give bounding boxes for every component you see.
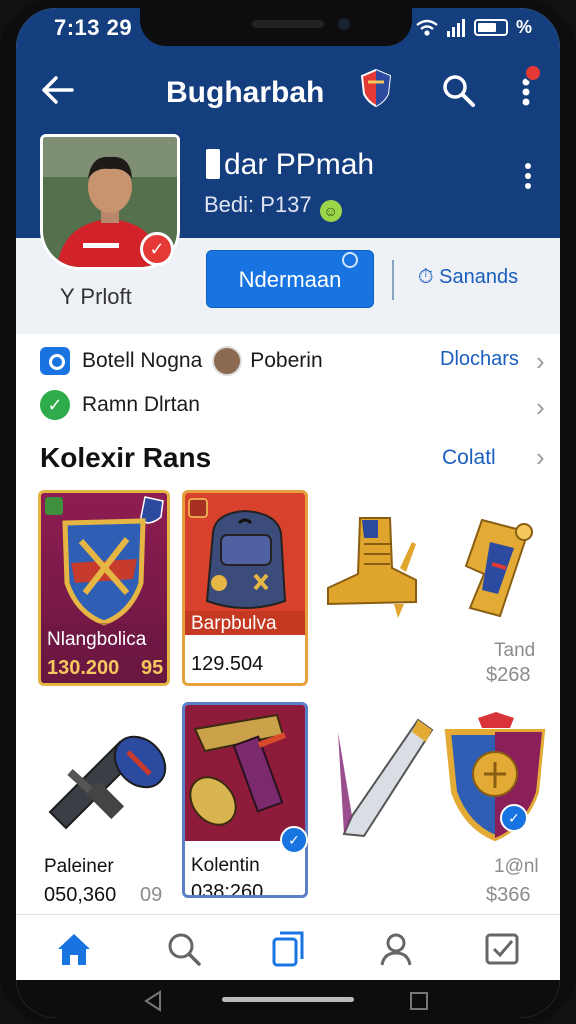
secondary-action-link[interactable]: ⏱ Sanands bbox=[418, 266, 518, 289]
collection-card[interactable]: Barpbulva 129.504 bbox=[182, 490, 308, 686]
crest-shield-icon[interactable] bbox=[436, 712, 554, 842]
item-price: $268 bbox=[486, 664, 531, 686]
verified-badge-icon: ✓ bbox=[140, 232, 174, 266]
owned-check-icon: ✓ bbox=[280, 826, 308, 854]
item-label: 1@nl bbox=[494, 856, 539, 877]
recents-square-icon[interactable] bbox=[408, 990, 430, 1012]
card-extra: 95 bbox=[141, 657, 164, 679]
search-icon[interactable] bbox=[164, 929, 204, 969]
card-label: Barpbulva bbox=[191, 613, 277, 634]
secondary-action-label: Sanands bbox=[439, 266, 519, 288]
profile-more-icon[interactable] bbox=[520, 160, 536, 192]
bottom-navigation bbox=[16, 914, 560, 980]
status-time: 7:13 29 bbox=[54, 15, 133, 40]
card-value: 130.200 bbox=[47, 657, 120, 679]
item-price: $366 bbox=[486, 884, 531, 906]
golden-boot-icon[interactable] bbox=[320, 508, 424, 618]
system-navigation-bar bbox=[16, 980, 560, 1018]
card-value: 129.504 bbox=[191, 653, 264, 675]
speaker-grille bbox=[252, 20, 324, 28]
battery-percent-symbol: % bbox=[515, 17, 532, 37]
profile-label: Y Prloft bbox=[60, 284, 132, 309]
friend-avatar bbox=[212, 346, 243, 376]
dagger-icon[interactable] bbox=[334, 712, 444, 846]
collection-card[interactable]: Kolentin 038:260 bbox=[182, 702, 308, 898]
cards-icon[interactable] bbox=[268, 929, 308, 969]
home-icon[interactable] bbox=[54, 929, 94, 969]
card-label: Kolentin bbox=[191, 855, 260, 876]
collection-title: Kolexir Rans bbox=[40, 442, 212, 473]
chevron-right-icon[interactable]: › bbox=[536, 442, 545, 473]
list-item[interactable]: ✓ Ramn Dlrtan bbox=[40, 390, 200, 420]
list-item-text: Ramn Dlrtan bbox=[82, 393, 200, 416]
golden-bracer-icon[interactable] bbox=[440, 504, 550, 624]
battery-icon bbox=[473, 19, 508, 36]
camera-icon bbox=[40, 347, 70, 375]
back-triangle-icon[interactable] bbox=[142, 990, 164, 1012]
item-label: Tand bbox=[494, 640, 536, 661]
smiley-icon: ☺ bbox=[319, 200, 342, 222]
bazooka-icon[interactable] bbox=[40, 712, 170, 842]
notification-dot bbox=[524, 64, 542, 82]
text-cursor bbox=[206, 149, 220, 179]
user-name-text: dar PPmah bbox=[224, 148, 375, 181]
card-value: 038:260 bbox=[191, 881, 264, 898]
divider bbox=[392, 260, 394, 300]
collection-card[interactable]: Nlangbolica 130.200 95 bbox=[38, 490, 170, 686]
club-shield-icon[interactable] bbox=[360, 68, 392, 108]
item-extra: 09 bbox=[140, 884, 163, 906]
app-title: Bugharbah bbox=[166, 76, 325, 109]
timer-icon: ⏱ bbox=[418, 266, 440, 288]
list-item-text: Botell Nogna bbox=[82, 349, 203, 372]
front-camera bbox=[338, 18, 350, 30]
chevron-right-icon[interactable]: › bbox=[536, 346, 545, 377]
item-label: Paleiner bbox=[44, 856, 114, 877]
check-circle-icon: ✓ bbox=[40, 390, 70, 420]
home-gesture-pill[interactable] bbox=[222, 997, 354, 1002]
user-name: dar PPmah bbox=[206, 148, 374, 182]
user-id-text: Bedi: P137 bbox=[204, 192, 312, 217]
back-arrow-icon[interactable] bbox=[38, 70, 78, 110]
profile-icon[interactable] bbox=[376, 929, 416, 969]
app-screen: 7:13 29 % Bugharbah ✓ Y Prloft dar PPmah… bbox=[16, 8, 560, 1018]
blaster-icon bbox=[189, 713, 287, 826]
collection-link[interactable]: Colatl bbox=[442, 446, 496, 470]
status-icons: % bbox=[416, 17, 532, 38]
friend-name: Poberin bbox=[250, 349, 323, 372]
list-item[interactable]: Botell Nogna Poberin bbox=[40, 346, 323, 376]
info-ring-icon bbox=[342, 252, 358, 268]
user-subtitle: Bedi: P137 ☺ bbox=[204, 192, 342, 222]
chevron-right-icon[interactable]: › bbox=[536, 392, 545, 423]
phone-frame: 7:13 29 % Bugharbah ✓ Y Prloft dar PPmah… bbox=[0, 0, 576, 1024]
battery-level bbox=[477, 23, 497, 32]
owned-check-icon: ✓ bbox=[500, 804, 528, 832]
row-link[interactable]: Dlochars bbox=[440, 348, 519, 371]
signal-icon bbox=[446, 18, 465, 37]
search-icon[interactable] bbox=[440, 72, 476, 108]
checklist-icon[interactable] bbox=[482, 929, 522, 969]
shield-crest-icon bbox=[41, 496, 167, 683]
status-bar: 7:13 29 % bbox=[16, 8, 560, 48]
wifi-icon bbox=[416, 19, 438, 36]
camera-notch bbox=[140, 8, 412, 46]
top-app-bar: Bugharbah bbox=[16, 48, 560, 138]
card-label: Nlangbolica bbox=[47, 629, 147, 650]
item-value: 050,360 bbox=[44, 884, 117, 906]
